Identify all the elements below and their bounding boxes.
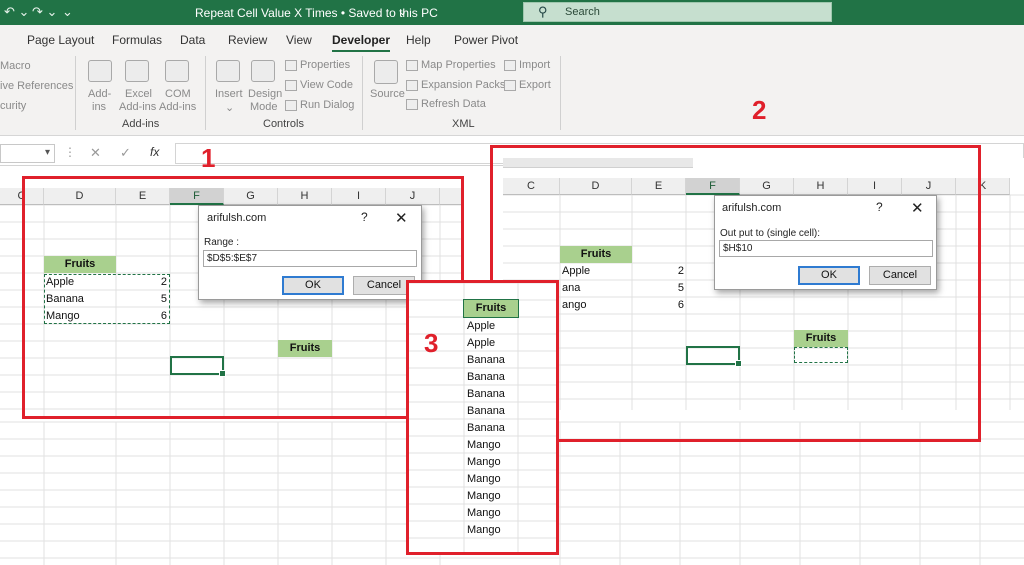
tab-page-layout[interactable]: Page Layout xyxy=(27,33,94,47)
tab-view[interactable]: View xyxy=(286,33,312,47)
xml-group-label: XML xyxy=(452,118,475,130)
map-properties-icon xyxy=(406,60,418,71)
relative-references-button[interactable]: ive References xyxy=(0,80,73,92)
title-bar: ↶ ⌄ ↷ ⌄ ⌄ Repeat Cell Value X Times • Sa… xyxy=(0,0,1024,25)
refresh-data-icon xyxy=(406,99,418,110)
annotation-label-3: 3 xyxy=(424,328,439,358)
excel-add-ins-label-2[interactable]: Add-ins xyxy=(119,101,156,113)
run-dialog-button[interactable]: Run Dialog xyxy=(300,99,354,111)
insert-label[interactable]: Insert xyxy=(215,88,243,100)
tab-power-pivot[interactable]: Power Pivot xyxy=(454,33,518,47)
cancel-formula-icon[interactable]: ✕ xyxy=(90,145,101,161)
properties-button[interactable]: Properties xyxy=(300,59,350,71)
list-item[interactable]: Mango xyxy=(467,522,519,539)
excel-add-ins-label[interactable]: Excel xyxy=(125,88,152,100)
run-dialog-icon xyxy=(285,100,297,111)
list-item[interactable]: Banana xyxy=(467,403,519,420)
annotation-box-2 xyxy=(490,145,981,442)
design-mode-icon[interactable] xyxy=(251,60,275,82)
tab-developer[interactable]: Developer xyxy=(332,33,391,53)
design-mode-label-2[interactable]: Mode xyxy=(250,101,278,113)
annotation-label-2: 2 xyxy=(752,95,767,125)
view-code-button[interactable]: View Code xyxy=(300,79,353,91)
group-separator xyxy=(205,56,206,130)
group-separator xyxy=(75,56,76,130)
chevron-down-icon[interactable]: ⌄ xyxy=(398,5,407,18)
list-item[interactable]: Banana xyxy=(467,420,519,437)
undo-icon[interactable]: ↶ ⌄ xyxy=(4,4,29,20)
insert-function-icon[interactable]: fx xyxy=(150,145,159,159)
import-icon xyxy=(504,60,516,71)
map-properties-button[interactable]: Map Properties xyxy=(421,59,496,71)
list-item[interactable]: Apple xyxy=(467,335,519,352)
xml-source-icon[interactable] xyxy=(374,60,398,84)
list-item[interactable]: Banana xyxy=(467,386,519,403)
view-code-icon xyxy=(285,80,297,91)
insert-controls-icon[interactable] xyxy=(216,60,240,82)
panel3-content: Fruits Apple Apple Banana Banana Banana Banan… xyxy=(409,283,556,552)
xml-source-button[interactable]: Source xyxy=(370,88,405,100)
tab-data[interactable]: Data xyxy=(180,33,205,47)
excel-add-ins-gear-icon[interactable] xyxy=(125,60,149,82)
search-placeholder: Search xyxy=(565,6,600,18)
expansion-packs-icon xyxy=(406,80,418,91)
addins-group-label: Add-ins xyxy=(122,118,160,130)
search-box[interactable]: ⚲ Search xyxy=(523,2,832,22)
tab-formulas[interactable]: Formulas xyxy=(112,33,162,47)
refresh-data-button[interactable]: Refresh Data xyxy=(421,98,486,110)
customize-quick-access-icon[interactable]: ⌄ xyxy=(62,4,73,20)
expansion-packs-button[interactable]: Expansion Packs xyxy=(421,79,505,91)
macro-security-button[interactable]: curity xyxy=(0,100,26,112)
search-icon: ⚲ xyxy=(538,4,548,19)
properties-icon xyxy=(285,60,297,71)
formula-bar-grip[interactable]: ⋮ xyxy=(64,145,76,159)
design-mode-label[interactable]: Design xyxy=(248,88,282,100)
controls-group-label: Controls xyxy=(263,118,304,130)
export-button[interactable]: Export xyxy=(519,79,551,91)
add-ins-label[interactable]: Add- xyxy=(88,88,111,100)
tab-help[interactable]: Help xyxy=(406,33,431,47)
chevron-down-icon[interactable]: ▾ xyxy=(45,147,50,158)
fruits-header-cell[interactable]: Fruits xyxy=(463,299,519,318)
list-item[interactable]: Banana xyxy=(467,369,519,386)
list-item[interactable]: Mango xyxy=(467,471,519,488)
annotation-label-1: 1 xyxy=(201,143,216,173)
redo-icon[interactable]: ↷ ⌄ xyxy=(32,4,57,20)
annotation-box-1 xyxy=(22,176,464,419)
name-box[interactable]: ▾ xyxy=(0,144,55,163)
list-item[interactable]: Mango xyxy=(467,437,519,454)
list-item[interactable]: Banana xyxy=(467,352,519,369)
com-add-ins-icon[interactable] xyxy=(165,60,189,82)
group-separator xyxy=(560,56,561,130)
tab-review[interactable]: Review xyxy=(228,33,267,47)
chevron-down-icon[interactable]: ⌄ xyxy=(225,101,234,114)
ribbon-tabs: Page Layout Formulas Data Review View De… xyxy=(0,25,1024,53)
export-icon xyxy=(504,80,516,91)
enter-formula-icon[interactable]: ✓ xyxy=(120,145,131,161)
add-ins-label-2[interactable]: ins xyxy=(92,101,106,113)
list-item[interactable]: Mango xyxy=(467,505,519,522)
list-item[interactable]: Mango xyxy=(467,488,519,505)
macro-button[interactable]: Macro xyxy=(0,60,31,72)
import-button[interactable]: Import xyxy=(519,59,550,71)
com-add-ins-label-2[interactable]: Add-ins xyxy=(159,101,196,113)
list-item[interactable]: Apple xyxy=(467,318,519,335)
list-item[interactable]: Mango xyxy=(467,454,519,471)
group-separator xyxy=(362,56,363,130)
com-add-ins-label[interactable]: COM xyxy=(165,88,191,100)
add-ins-icon[interactable] xyxy=(88,60,112,82)
